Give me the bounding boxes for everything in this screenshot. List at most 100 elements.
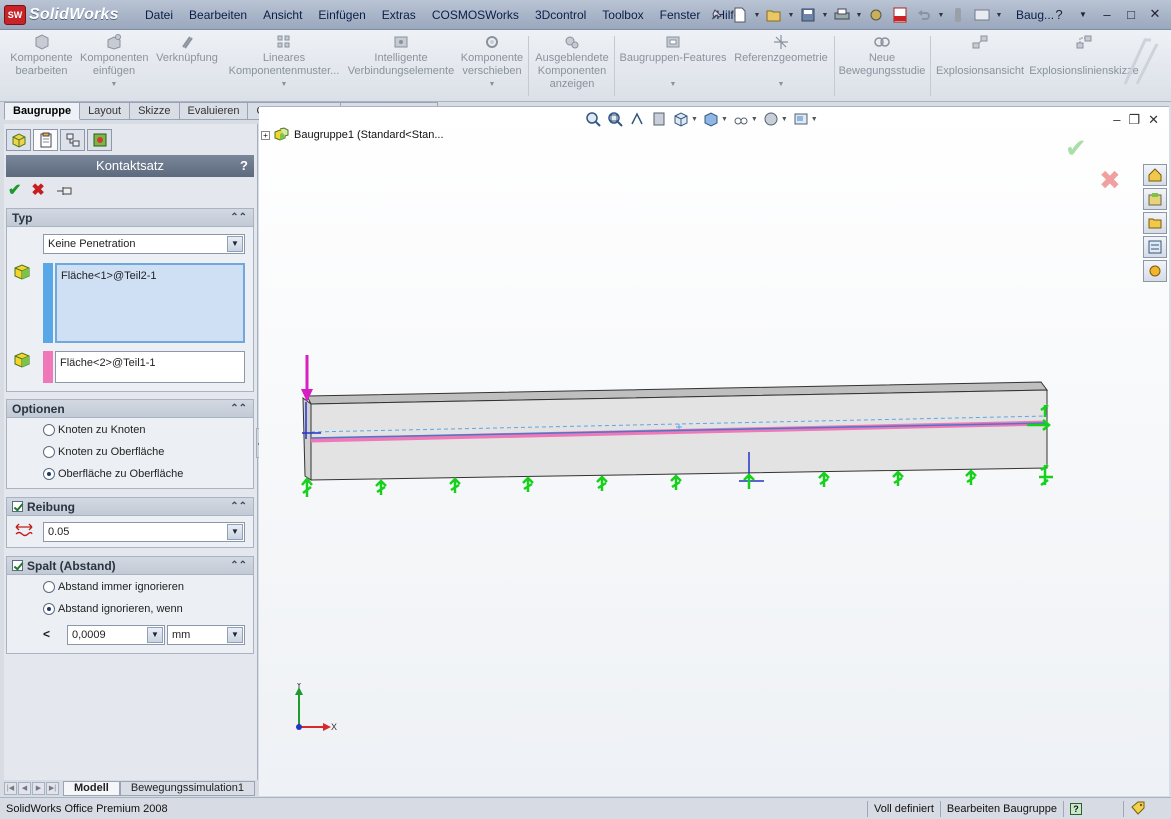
intelligente-verbindungselemente-button[interactable]: Intelligente Verbindungselemente [346,34,456,78]
tab-baugruppe[interactable]: Baugruppe [4,102,81,120]
radio-oberflaeche-zu-oberflaeche[interactable]: Oberfläche zu Oberfläche [43,468,183,480]
menu-3dcontrol[interactable]: 3Dcontrol [527,0,594,30]
pushpin-icon[interactable] [705,4,727,26]
face1-selection-box[interactable]: Fläche<1>@Teil2-1 [55,263,245,343]
help-icon[interactable]: ? [240,155,248,177]
close-icon[interactable]: ✕ [1145,4,1165,24]
maximize-icon[interactable]: □ [1121,4,1141,24]
radio-button-selected[interactable] [43,603,55,615]
reibung-checkbox[interactable] [12,501,23,512]
next-tab-icon[interactable]: ▶ [32,781,45,795]
lineares-komponentenmuster-button[interactable]: Lineares Komponentenmuster... ▼ [226,34,342,91]
baugruppen-features-button[interactable]: Baugruppen-Features ▼ [617,34,729,91]
friction-value-input[interactable]: 0.05 ▼ [43,522,245,542]
menu-einfuegen[interactable]: Einfügen [310,0,373,30]
verknuepfung-button[interactable]: Verknüpfung [154,34,220,65]
menu-fenster[interactable]: Fenster [652,0,709,30]
last-tab-icon[interactable]: ▶| [46,781,59,795]
help-icon[interactable]: ? [1070,802,1082,815]
chevron-down-icon[interactable]: ▼ [617,78,729,91]
chevron-down-icon[interactable]: ▼ [937,12,945,19]
options-icon[interactable] [971,4,993,26]
help-icon[interactable]: ? [1049,4,1069,24]
chevron-down-icon[interactable]: ▼ [147,627,163,643]
ausgeblendete-komponenten-button[interactable]: Ausgeblendete Komponenten anzeigen [532,34,612,91]
chevron-down-icon[interactable]: ▼ [855,12,863,19]
contact-type-select[interactable]: Keine Penetration ▼ [43,234,245,254]
radio-abstand-ignorieren-wenn[interactable]: Abstand ignorieren, wenn [43,603,183,615]
chevron-down-icon[interactable]: ▼ [226,78,342,91]
open-icon[interactable] [763,4,785,26]
menu-ansicht[interactable]: Ansicht [255,0,310,30]
chevron-down-icon[interactable]: ▼ [458,78,526,91]
print-icon[interactable] [831,4,853,26]
section-header[interactable]: Typ ⌃⌃ [7,209,253,227]
solidworks-logo[interactable]: SW SolidWorks [4,4,129,26]
radio-abstand-immer-ignorieren[interactable]: Abstand immer ignorieren [43,581,184,593]
collapse-icon[interactable]: ⌃⌃ [230,400,247,418]
chevron-down-icon[interactable]: ▼ [787,12,795,19]
pdf-icon[interactable] [889,4,911,26]
spalt-checkbox[interactable] [12,560,23,571]
section-header[interactable]: Reibung ⌃⌃ [7,498,253,516]
ok-button[interactable]: ✔ [8,182,21,200]
radio-knoten-zu-knoten[interactable]: Knoten zu Knoten [43,424,145,436]
chevron-down-icon[interactable]: ▼ [732,78,830,91]
collapse-icon[interactable]: ⌃⌃ [230,557,247,575]
gap-value-input[interactable]: 0,0009 ▼ [67,625,165,645]
configuration-manager-tab[interactable] [60,129,85,151]
menu-datei[interactable]: Datei [137,0,181,30]
tab-modell[interactable]: Modell [63,780,120,796]
undo-icon[interactable] [913,4,935,26]
menu-bearbeiten[interactable]: Bearbeiten [181,0,255,30]
pushpin-icon[interactable] [55,184,75,198]
face2-selection-box[interactable]: Fläche<2>@Teil1-1 [55,351,245,383]
tab-skizze[interactable]: Skizze [130,102,180,120]
tag-icon[interactable] [1130,801,1146,815]
collapse-icon[interactable]: ⌃⌃ [230,209,247,227]
radio-button[interactable] [43,424,55,436]
chevron-down-icon[interactable]: ▼ [995,12,1003,19]
referenzgeometrie-button[interactable]: Referenzgeometrie ▼ [732,34,830,91]
minimize-icon[interactable]: – [1097,4,1117,24]
traffic-light-icon[interactable] [947,4,969,26]
collapse-icon[interactable]: ⌃⌃ [230,498,247,516]
chevron-down-icon[interactable]: ▼ [821,12,829,19]
rebuild-icon[interactable] [865,4,887,26]
property-manager-tab[interactable] [33,129,58,151]
menu-extras[interactable]: Extras [374,0,424,30]
simulation-manager-tab[interactable] [87,129,112,151]
radio-button[interactable] [43,581,55,593]
section-header[interactable]: Spalt (Abstand) ⌃⌃ [7,557,253,575]
feature-manager-tab[interactable] [6,129,31,151]
komponente-bearbeiten-button[interactable]: Komponente bearbeiten [4,34,79,78]
explosionsansicht-button[interactable]: Explosionsansicht [934,34,1026,78]
chevron-down-icon[interactable]: ▼ [227,627,243,643]
tab-bewegungssimulation[interactable]: Bewegungssimulation1 [119,780,255,796]
chevron-down-icon[interactable]: ▼ [80,78,148,91]
radio-button[interactable] [43,446,55,458]
chevron-down-icon[interactable]: ▼ [227,236,243,252]
new-document-icon[interactable] [729,4,751,26]
komponenten-einfuegen-button[interactable]: Komponenten einfügen ▼ [80,34,149,91]
face1-item[interactable]: Fläche<1>@Teil2-1 [61,270,157,282]
graphics-area[interactable]: + Baugruppe1 (Standard<Stan... ▼ ▼ ▼ ▼ ▼… [259,106,1169,796]
radio-knoten-zu-oberflaeche[interactable]: Knoten zu Oberfläche [43,446,164,458]
section-header[interactable]: Optionen ⌃⌃ [7,400,253,418]
save-icon[interactable] [797,4,819,26]
radio-button-selected[interactable] [43,468,55,480]
first-tab-icon[interactable]: |◀ [4,781,17,795]
tab-layout[interactable]: Layout [80,102,131,120]
menu-cosmosworks[interactable]: COSMOSWorks [424,0,527,30]
unit-select[interactable]: mm ▼ [167,625,245,645]
chevron-down-icon[interactable]: ▼ [1073,4,1093,24]
chevron-down-icon[interactable]: ▼ [227,524,243,540]
komponente-verschieben-button[interactable]: Komponente verschieben ▼ [458,34,526,91]
prev-tab-icon[interactable]: ◀ [18,781,31,795]
tab-evaluieren[interactable]: Evaluieren [179,102,249,120]
cancel-button[interactable]: ✖ [31,182,44,200]
chevron-down-icon[interactable]: ▼ [753,12,761,19]
face2-item[interactable]: Fläche<2>@Teil1-1 [60,357,156,369]
menu-toolbox[interactable]: Toolbox [594,0,651,30]
neue-bewegungsstudie-button[interactable]: Neue Bewegungsstudie [838,34,926,78]
